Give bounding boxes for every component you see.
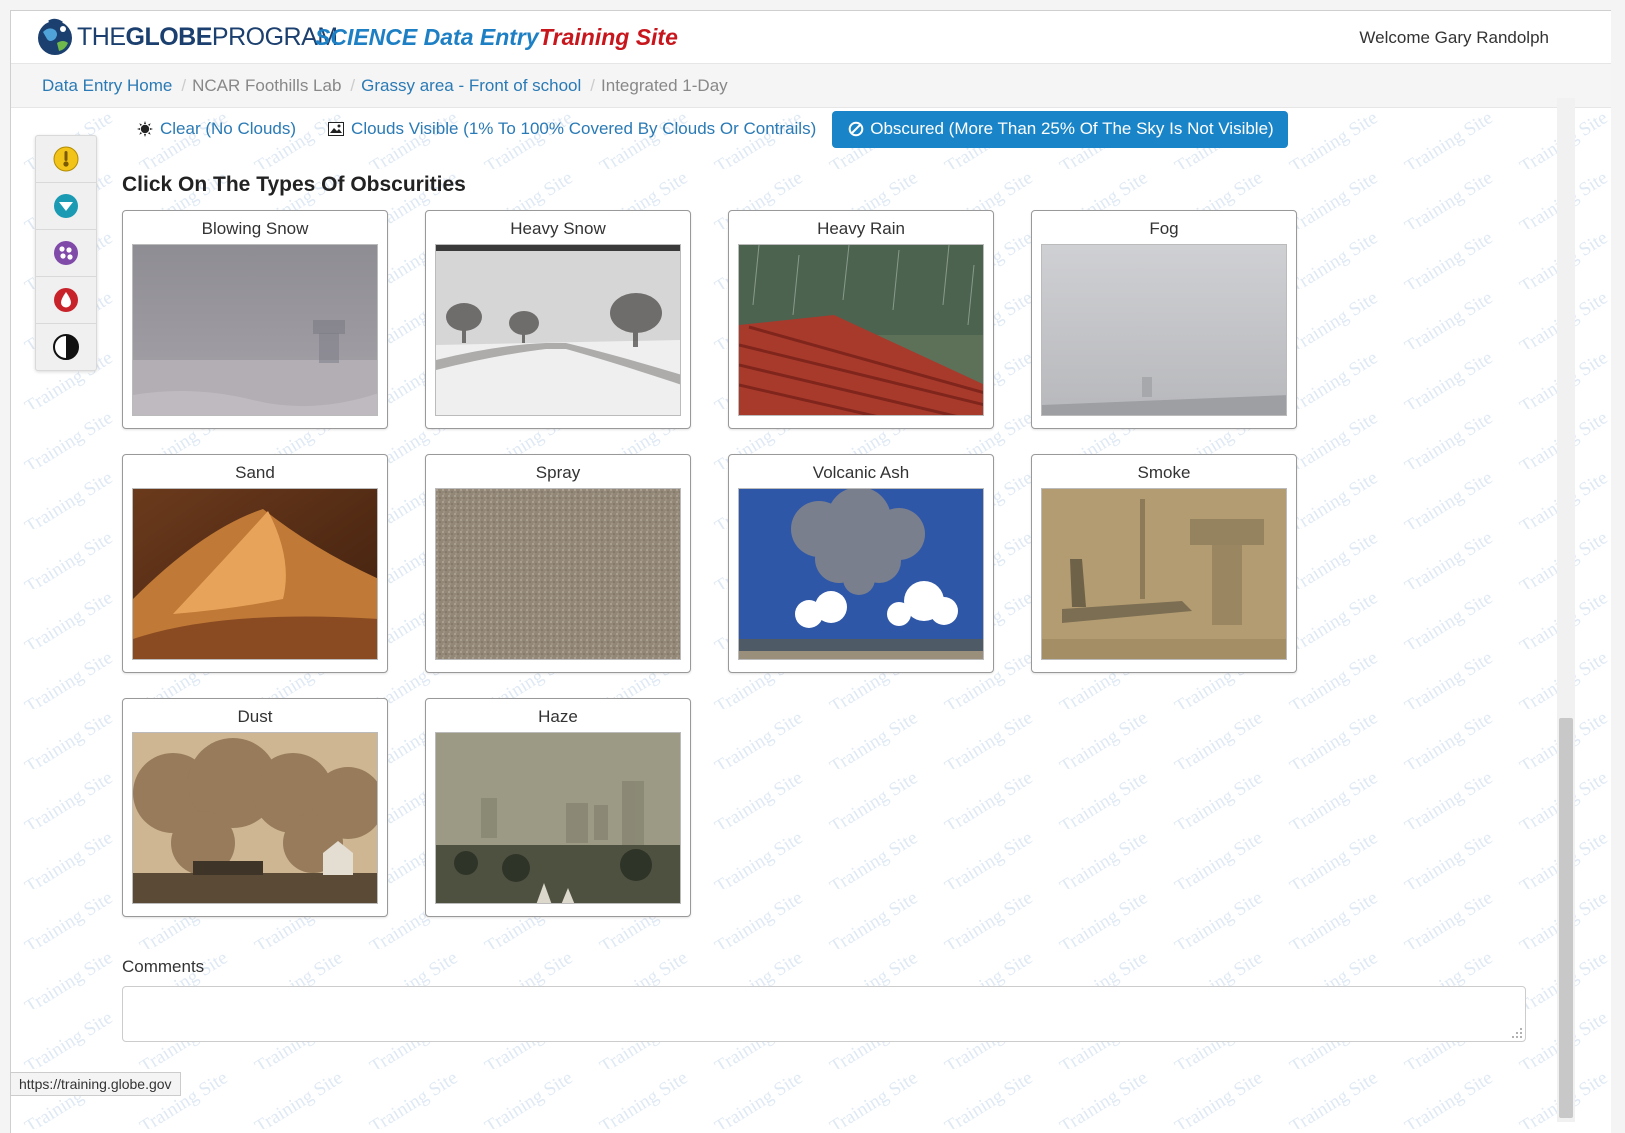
breadcrumb-data-entry-home[interactable]: Data Entry Home xyxy=(42,76,172,96)
card-label: Blowing Snow xyxy=(201,219,309,238)
breadcrumb: Data Entry Home / NCAR Foothills Lab / G… xyxy=(11,64,1611,108)
card-smoke[interactable]: Smoke xyxy=(1031,454,1297,673)
side-surface-button[interactable] xyxy=(36,324,96,370)
thermometer-icon xyxy=(53,146,79,172)
precipitation-icon xyxy=(54,241,78,265)
dust-photo xyxy=(132,732,378,904)
vertical-scrollbar[interactable] xyxy=(1557,98,1575,1122)
breadcrumb-current: Integrated 1-Day xyxy=(601,75,728,95)
card-dust[interactable]: Dust xyxy=(122,698,388,917)
side-thermometer-button[interactable] xyxy=(36,136,96,183)
card-label: Smoke xyxy=(1137,463,1191,482)
status-bar-url: https://training.globe.gov xyxy=(10,1072,181,1096)
sand-photo xyxy=(132,488,378,660)
protocol-side-toolbar xyxy=(35,135,97,371)
smoke-photo xyxy=(1041,488,1287,660)
option-clear[interactable]: Clear (No Clouds) xyxy=(137,119,296,139)
app-title: SCIENCE Data Entry xyxy=(315,24,539,50)
card-label: Haze xyxy=(538,707,578,726)
side-humidity-button[interactable] xyxy=(36,277,96,324)
side-cloud-cover-button[interactable] xyxy=(36,183,96,230)
breadcrumb-separator: / xyxy=(590,75,596,95)
picture-icon xyxy=(328,122,345,136)
card-heavy-snow[interactable]: Heavy Snow xyxy=(425,210,691,429)
card-label: Fog xyxy=(1149,219,1179,238)
card-label: Heavy Rain xyxy=(817,219,905,238)
heavy-snow-photo xyxy=(435,244,681,416)
card-fog[interactable]: Fog xyxy=(1031,210,1297,429)
card-spray[interactable]: Spray xyxy=(425,454,691,673)
side-precipitation-button[interactable] xyxy=(36,230,96,277)
card-label: Dust xyxy=(237,707,273,726)
volcanic-ash-photo xyxy=(738,488,984,660)
surface-icon xyxy=(53,334,79,360)
sun-icon xyxy=(137,121,153,137)
globe-logo-icon xyxy=(38,18,72,55)
welcome-user[interactable]: Welcome Gary Randolph xyxy=(1359,28,1549,48)
spray-photo xyxy=(435,488,681,660)
card-label: Spray xyxy=(535,463,581,482)
card-label: Sand xyxy=(235,463,275,482)
cloud-cover-options: Clear (No Clouds) Clouds Visible (1% To … xyxy=(137,110,1288,148)
cloud-cover-icon xyxy=(54,194,78,218)
blowing-snow-photo xyxy=(132,244,378,416)
globe-program-logo[interactable]: THEGLOBEPROGRAM xyxy=(35,17,338,57)
humidity-icon xyxy=(54,288,78,312)
card-blowing-snow[interactable]: Blowing Snow xyxy=(122,210,388,429)
card-sand[interactable]: Sand xyxy=(122,454,388,673)
option-obscured-label: Obscured (More Than 25% Of The Sky Is No… xyxy=(870,119,1274,138)
resize-grip-icon[interactable] xyxy=(1511,1027,1523,1039)
comments-label: Comments xyxy=(122,957,205,976)
breadcrumb-site: NCAR Foothills Lab xyxy=(192,75,342,95)
logo-wordmark: THEGLOBEPROGRAM xyxy=(77,22,338,51)
haze-photo xyxy=(435,732,681,904)
browser-window: THEGLOBEPROGRAM SCIENCE Data Entry Train… xyxy=(10,10,1611,1133)
breadcrumb-location[interactable]: Grassy area - Front of school xyxy=(361,76,581,96)
card-haze[interactable]: Haze xyxy=(425,698,691,917)
option-obscured[interactable]: Obscured (More Than 25% Of The Sky Is No… xyxy=(832,110,1288,148)
fog-photo xyxy=(1041,244,1287,416)
training-site-title: Training Site xyxy=(539,24,678,50)
option-clouds-visible-label: Clouds Visible (1% To 100% Covered By Cl… xyxy=(351,119,817,138)
card-heavy-rain[interactable]: Heavy Rain xyxy=(728,210,994,429)
card-label: Volcanic Ash xyxy=(812,463,910,482)
top-navbar: THEGLOBEPROGRAM SCIENCE Data Entry Train… xyxy=(11,11,1611,64)
comments-textarea[interactable] xyxy=(122,986,1526,1042)
scrollbar-thumb[interactable] xyxy=(1559,718,1573,1118)
obscurities-heading: Click On The Types Of Obscurities xyxy=(122,173,466,196)
option-clear-label: Clear (No Clouds) xyxy=(160,119,297,138)
heavy-rain-photo xyxy=(738,244,984,416)
card-label: Heavy Snow xyxy=(510,219,606,238)
ban-icon xyxy=(848,121,864,137)
card-volcanic-ash[interactable]: Volcanic Ash xyxy=(728,454,994,673)
breadcrumb-separator: / xyxy=(350,75,356,95)
option-clouds-visible[interactable]: Clouds Visible (1% To 100% Covered By Cl… xyxy=(328,119,816,139)
breadcrumb-separator: / xyxy=(181,75,187,95)
